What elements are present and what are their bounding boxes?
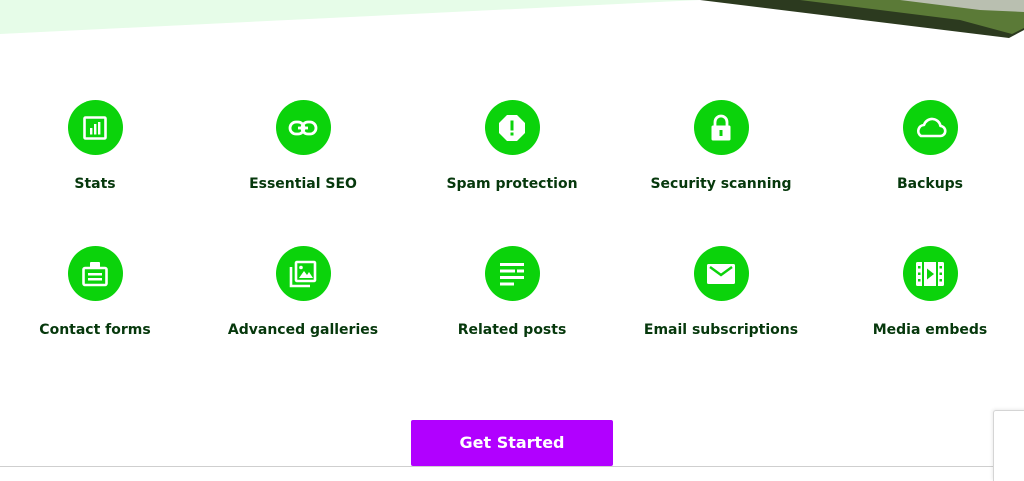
features-grid: Stats Essential SEO Spam protection Secu…: [0, 0, 1024, 474]
feature-label: Essential SEO: [249, 176, 357, 192]
feature-advanced-galleries: Advanced galleries: [203, 246, 403, 339]
cloud-icon: [902, 100, 958, 155]
bar-chart-icon: [67, 100, 123, 155]
feature-label: Backups: [896, 176, 964, 192]
link-icon: [275, 100, 331, 155]
feature-spam-protection: Spam protection: [412, 100, 612, 193]
feature-label: Related posts: [457, 322, 567, 338]
feature-email-subscriptions: Email subscriptions: [621, 246, 821, 339]
video-icon: [902, 246, 958, 301]
feature-essential-seo: Essential SEO: [203, 100, 403, 193]
get-started-button[interactable]: Get Started: [411, 420, 613, 466]
contact-card-icon: [67, 246, 123, 301]
envelope-icon: [693, 246, 749, 301]
text-lines-icon: [484, 246, 540, 301]
feature-label: Email subscriptions: [643, 322, 799, 338]
feature-related-posts: Related posts: [412, 246, 612, 339]
feature-contact-forms: Contact forms: [0, 246, 195, 339]
section-divider: [0, 466, 1024, 467]
feature-label: Contact forms: [39, 322, 151, 338]
spam-alert-icon: [484, 100, 540, 155]
feature-label: Advanced galleries: [227, 322, 379, 338]
gallery-icon: [275, 246, 331, 301]
feature-label: Stats: [74, 176, 116, 192]
feature-label: Security scanning: [650, 176, 792, 192]
lock-icon: [693, 100, 749, 155]
chat-widget-tab[interactable]: [993, 410, 1024, 481]
feature-label: Spam protection: [446, 176, 578, 192]
feature-backups: Backups: [830, 100, 1024, 193]
feature-label: Media embeds: [872, 322, 988, 338]
feature-security-scanning: Security scanning: [621, 100, 821, 193]
feature-stats: Stats: [0, 100, 195, 193]
feature-media-embeds: Media embeds: [830, 246, 1024, 339]
